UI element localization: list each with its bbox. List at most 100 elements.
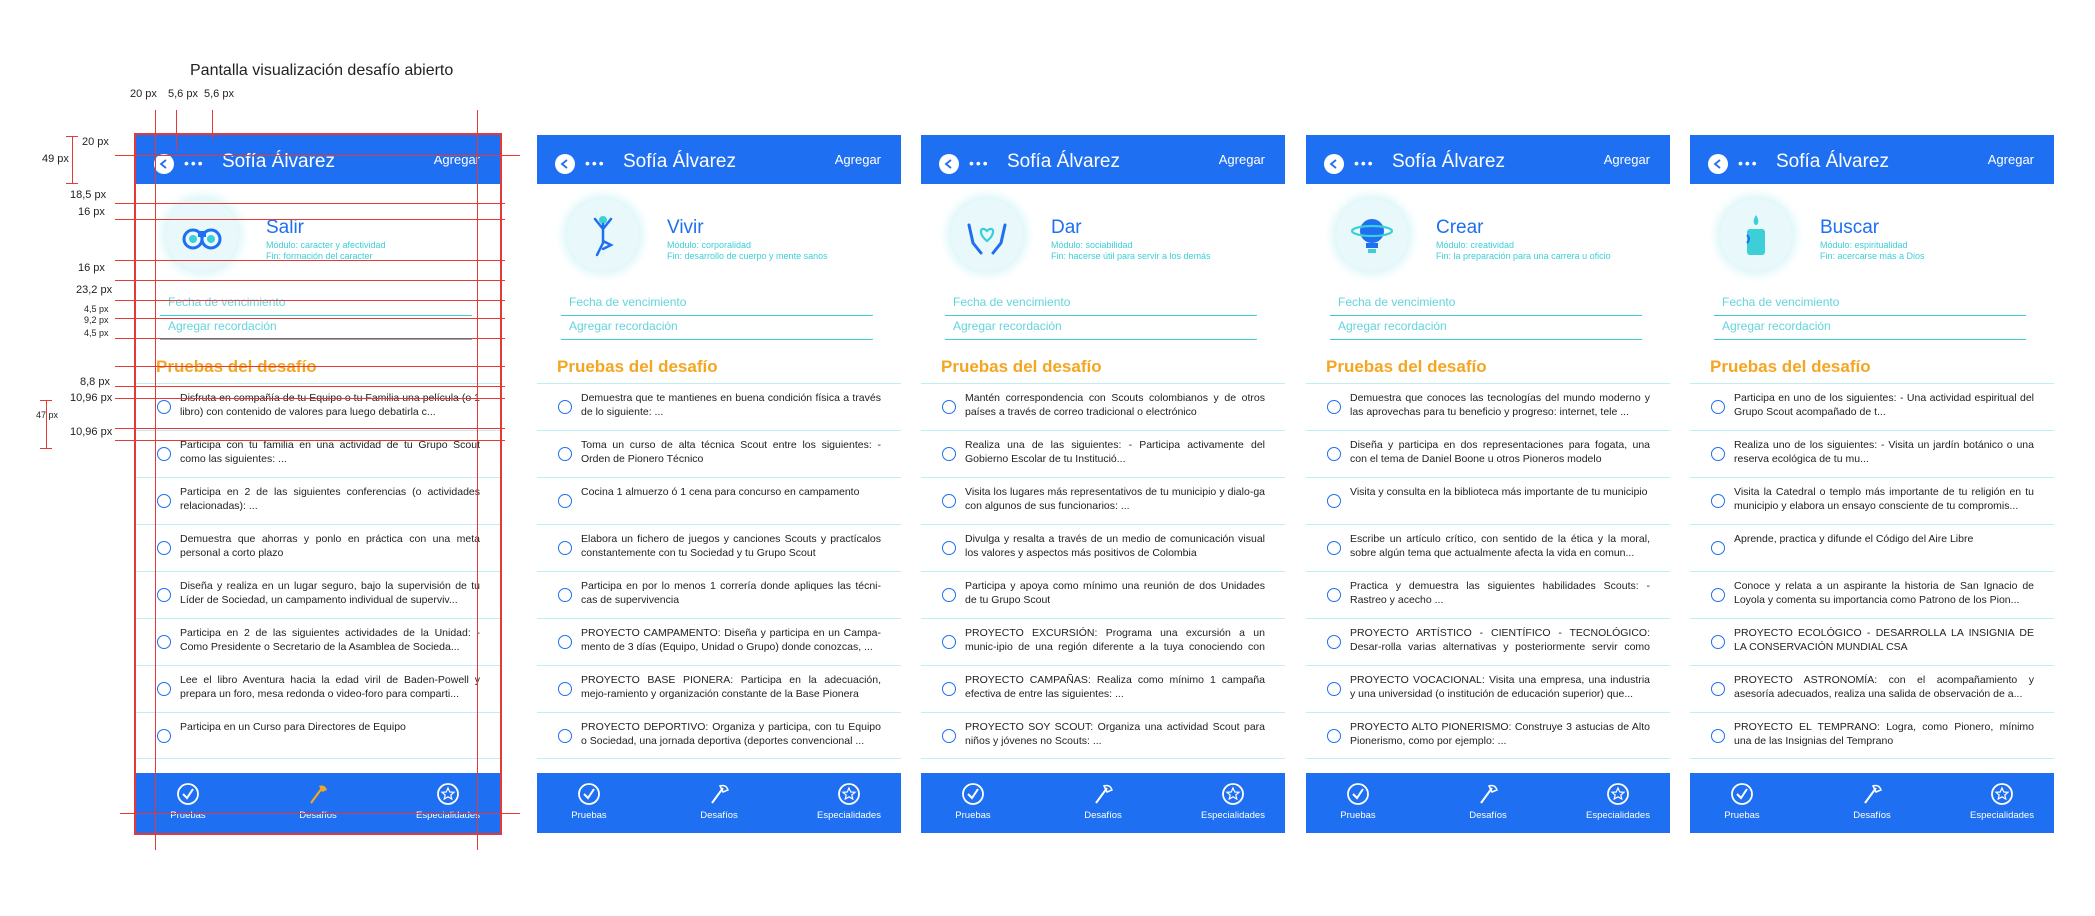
add-button[interactable]: Agregar: [1604, 152, 1650, 168]
checkbox[interactable]: [942, 682, 956, 696]
checkbox[interactable]: [1327, 400, 1341, 414]
test-item[interactable]: Lee el libro Aventura hacia la edad viri…: [136, 665, 500, 712]
add-button[interactable]: Agregar: [1988, 152, 2034, 168]
test-item[interactable]: PROYECTO EXCURSIÓN: Programa una excursi…: [921, 618, 1285, 665]
back-button[interactable]: [1708, 154, 1728, 174]
checkbox[interactable]: [558, 447, 572, 461]
due-date-field[interactable]: Fecha de vencimiento: [561, 294, 873, 316]
checkbox[interactable]: [1711, 447, 1725, 461]
nav-pruebas[interactable]: Pruebas: [923, 782, 1023, 822]
test-item[interactable]: Participa en 2 de las siguientes activid…: [136, 618, 500, 665]
checkbox[interactable]: [157, 682, 171, 696]
checkbox[interactable]: [558, 635, 572, 649]
due-date-field[interactable]: Fecha de vencimiento: [160, 294, 472, 316]
more-dots-icon[interactable]: •••: [585, 156, 606, 170]
test-item[interactable]: Elabora un fichero de juegos y canciones…: [537, 524, 901, 571]
checkbox[interactable]: [558, 400, 572, 414]
test-item[interactable]: Demuestra que ahorras y ponlo en práctic…: [136, 524, 500, 571]
test-item[interactable]: Demuestra que te mantienes en buena cond…: [537, 383, 901, 430]
test-item[interactable]: Cocina 1 almuerzo ó 1 cena para concurso…: [537, 477, 901, 524]
checkbox[interactable]: [558, 682, 572, 696]
reminder-field[interactable]: Agregar recordación: [1330, 318, 1642, 340]
add-button[interactable]: Agregar: [1219, 152, 1265, 168]
checkbox[interactable]: [1327, 541, 1341, 555]
test-item[interactable]: PROYECTO BASE PIONERA: Participa en la a…: [537, 665, 901, 712]
nav-desafios[interactable]: Desafíos: [669, 782, 769, 822]
test-item[interactable]: PROYECTO DEPORTIVO: Organiza y participa…: [537, 712, 901, 759]
test-item[interactable]: Disfruta en compañía de tu Equipo o tu F…: [136, 383, 500, 430]
test-item[interactable]: Aprende, practica y difunde el Código de…: [1690, 524, 2054, 571]
checkbox[interactable]: [558, 494, 572, 508]
due-date-field[interactable]: Fecha de vencimiento: [1714, 294, 2026, 316]
checkbox[interactable]: [1327, 635, 1341, 649]
test-item[interactable]: Toma un curso de alta técnica Scout entr…: [537, 430, 901, 477]
test-item[interactable]: PROYECTO ECOLÓGICO - DESARROLLA LA INSIG…: [1690, 618, 2054, 665]
test-item[interactable]: Demuestra que conoces las tecnologías de…: [1306, 383, 1670, 430]
checkbox[interactable]: [558, 588, 572, 602]
reminder-field[interactable]: Agregar recordación: [160, 318, 472, 340]
test-item[interactable]: Visita y consulta en la biblioteca más i…: [1306, 477, 1670, 524]
checkbox[interactable]: [1711, 541, 1725, 555]
checkbox[interactable]: [942, 400, 956, 414]
nav-especialidades[interactable]: Especialidades: [1568, 782, 1668, 822]
checkbox[interactable]: [1327, 729, 1341, 743]
checkbox[interactable]: [157, 447, 171, 461]
test-item[interactable]: Conoce y relata a un aspirante la histor…: [1690, 571, 2054, 618]
checkbox[interactable]: [1711, 400, 1725, 414]
checkbox[interactable]: [942, 494, 956, 508]
reminder-field[interactable]: Agregar recordación: [561, 318, 873, 340]
test-item[interactable]: PROYECTO ARTÍSTICO - CIENTÍFICO - TECNOL…: [1306, 618, 1670, 665]
back-button[interactable]: [1324, 154, 1344, 174]
nav-pruebas[interactable]: Pruebas: [539, 782, 639, 822]
checkbox[interactable]: [1711, 494, 1725, 508]
nav-especialidades[interactable]: Especialidades: [398, 782, 498, 822]
more-dots-icon[interactable]: •••: [1738, 156, 1759, 170]
test-item[interactable]: Mantén correspondencia con Scouts colomb…: [921, 383, 1285, 430]
add-button[interactable]: Agregar: [835, 152, 881, 168]
test-item[interactable]: Participa con tu familia en una activida…: [136, 430, 500, 477]
test-item[interactable]: PROYECTO VOCACIONAL: Visita una empresa,…: [1306, 665, 1670, 712]
nav-desafios[interactable]: Desafíos: [268, 782, 368, 822]
more-dots-icon[interactable]: •••: [969, 156, 990, 170]
test-item[interactable]: PROYECTO SOY SCOUT: Organiza una activid…: [921, 712, 1285, 759]
test-item[interactable]: Visita la Catedral o templo más importan…: [1690, 477, 2054, 524]
test-item[interactable]: PROYECTO CAMPAMENTO: Diseña y participa …: [537, 618, 901, 665]
test-item[interactable]: Practica y demuestra las siguientes habi…: [1306, 571, 1670, 618]
test-item[interactable]: Divulga y resalta a través de un medio d…: [921, 524, 1285, 571]
test-item[interactable]: Diseña y realiza en un lugar seguro, baj…: [136, 571, 500, 618]
test-item[interactable]: Participa en uno de los siguientes: - Un…: [1690, 383, 2054, 430]
test-item[interactable]: Diseña y participa en dos representacion…: [1306, 430, 1670, 477]
test-item[interactable]: Escribe un artículo crítico, con sentido…: [1306, 524, 1670, 571]
checkbox[interactable]: [558, 729, 572, 743]
test-item[interactable]: PROYECTO EL TEMPRANO: Logra, como Pioner…: [1690, 712, 2054, 759]
nav-especialidades[interactable]: Especialidades: [1952, 782, 2052, 822]
checkbox[interactable]: [942, 541, 956, 555]
checkbox[interactable]: [942, 447, 956, 461]
checkbox[interactable]: [942, 635, 956, 649]
checkbox[interactable]: [157, 729, 171, 743]
back-button[interactable]: [555, 154, 575, 174]
checkbox[interactable]: [157, 400, 171, 414]
nav-desafios[interactable]: Desafíos: [1822, 782, 1922, 822]
back-button[interactable]: [939, 154, 959, 174]
nav-pruebas[interactable]: Pruebas: [138, 782, 238, 822]
checkbox[interactable]: [1711, 588, 1725, 602]
reminder-field[interactable]: Agregar recordación: [945, 318, 1257, 340]
due-date-field[interactable]: Fecha de vencimiento: [1330, 294, 1642, 316]
checkbox[interactable]: [1711, 635, 1725, 649]
test-item[interactable]: Visita los lugares más representativos d…: [921, 477, 1285, 524]
nav-especialidades[interactable]: Especialidades: [1183, 782, 1283, 822]
checkbox[interactable]: [1327, 682, 1341, 696]
nav-desafios[interactable]: Desafíos: [1438, 782, 1538, 822]
test-item[interactable]: Realiza una de las siguientes: - Partici…: [921, 430, 1285, 477]
nav-desafios[interactable]: Desafíos: [1053, 782, 1153, 822]
test-item[interactable]: PROYECTO ALTO PIONERISMO: Construye 3 as…: [1306, 712, 1670, 759]
test-item[interactable]: Participa en 2 de las siguientes confere…: [136, 477, 500, 524]
checkbox[interactable]: [942, 729, 956, 743]
checkbox[interactable]: [1327, 494, 1341, 508]
reminder-field[interactable]: Agregar recordación: [1714, 318, 2026, 340]
checkbox[interactable]: [157, 635, 171, 649]
test-item[interactable]: Participa y apoya como mínimo una reunió…: [921, 571, 1285, 618]
checkbox[interactable]: [1327, 447, 1341, 461]
back-button[interactable]: [154, 154, 174, 174]
